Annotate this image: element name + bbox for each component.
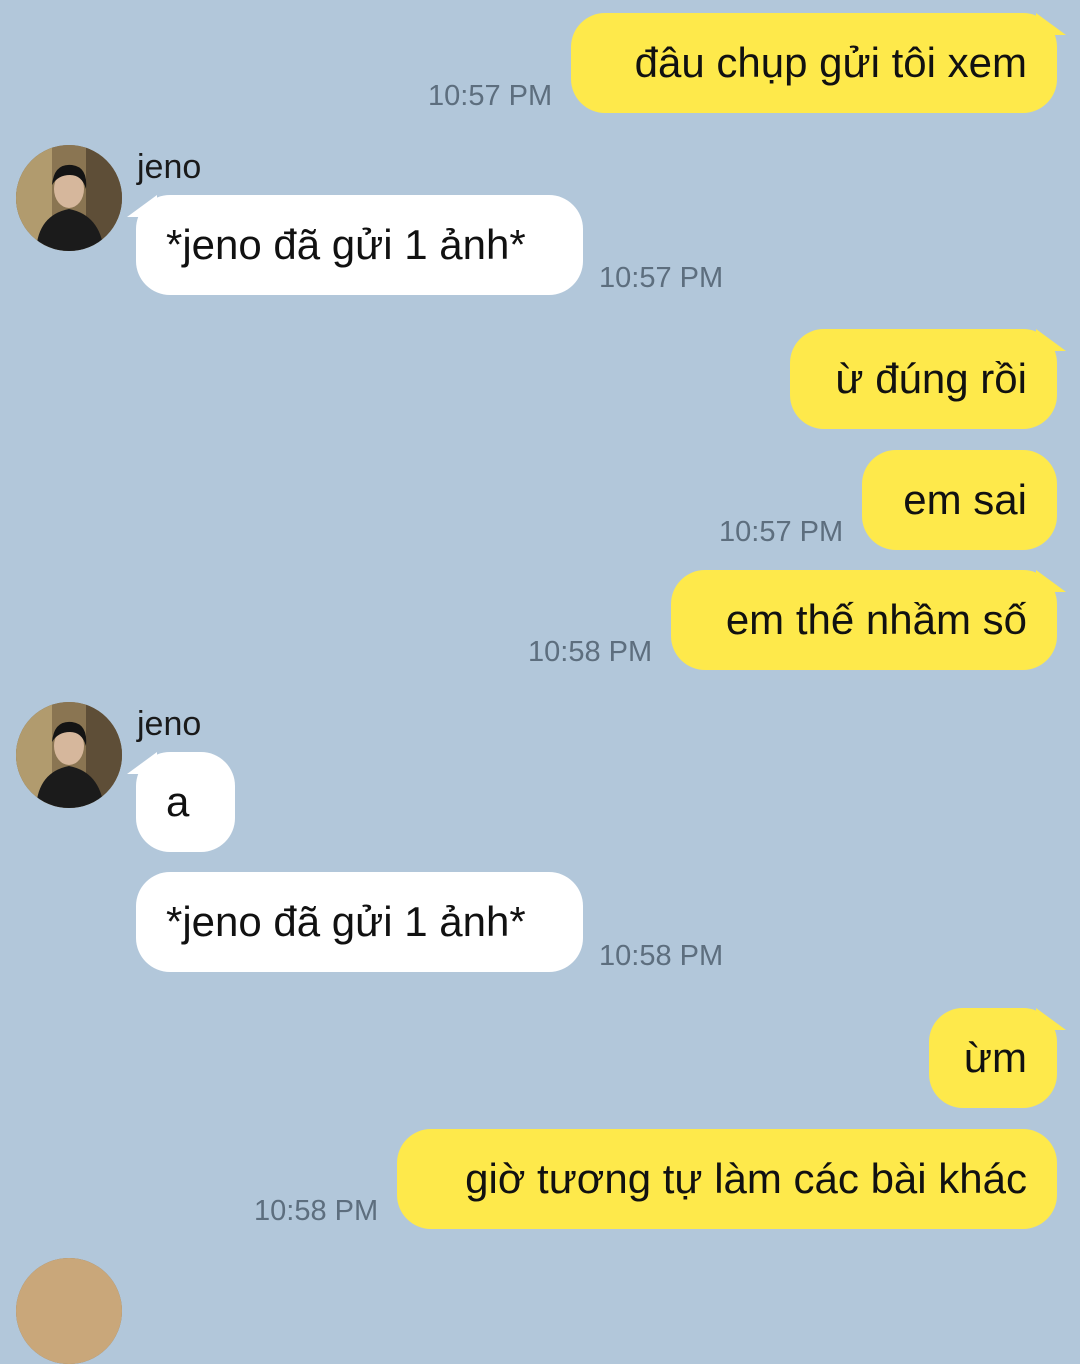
message-bubble-outgoing[interactable]: em thế nhầm số <box>671 570 1066 670</box>
message-bubble-outgoing[interactable]: ừ đúng rồi <box>790 329 1066 429</box>
bubble-tail <box>1036 329 1066 351</box>
bubble-tail <box>1036 13 1066 35</box>
bubble-tail <box>1036 1008 1066 1030</box>
bubble-tail <box>127 195 157 217</box>
avatar[interactable] <box>16 702 122 808</box>
message-bubble-incoming[interactable]: *jeno đã gửi 1 ảnh* <box>136 872 583 972</box>
message-text: *jeno đã gửi 1 ảnh* <box>166 898 526 945</box>
message-text: a <box>166 778 190 825</box>
message-text: em sai <box>903 476 1027 523</box>
avatar-photo-icon <box>16 1258 122 1364</box>
bubble-tail <box>1036 570 1066 592</box>
message-timestamp: 10:57 PM <box>428 80 553 112</box>
message-text: đâu chụp gửi tôi xem <box>634 39 1027 86</box>
message-bubble-outgoing[interactable]: em sai <box>862 450 1057 550</box>
avatar-photo-icon <box>16 702 122 808</box>
sender-name: jeno <box>137 705 202 743</box>
message-bubble-outgoing[interactable]: đâu chụp gửi tôi xem <box>571 13 1066 113</box>
avatar[interactable] <box>16 145 122 251</box>
message-text: *jeno đã gửi 1 ảnh* <box>166 221 526 268</box>
avatar[interactable] <box>16 1258 122 1364</box>
message-bubble-outgoing[interactable]: ừm <box>929 1008 1066 1108</box>
message-bubble-outgoing[interactable]: giờ tương tự làm các bài khác <box>397 1129 1057 1229</box>
chat-message-list[interactable]: đâu chụp gửi tôi xem 10:57 PM jeno *jeno… <box>0 0 1080 1364</box>
message-bubble-incoming[interactable]: *jeno đã gửi 1 ảnh* <box>127 195 583 295</box>
message-timestamp: 10:58 PM <box>528 636 653 668</box>
message-timestamp: 10:58 PM <box>599 940 724 972</box>
message-text: em thế nhầm số <box>725 596 1027 643</box>
message-text: ừ đúng rồi <box>835 355 1027 402</box>
message-timestamp: 10:57 PM <box>599 262 724 294</box>
message-text: ừm <box>963 1034 1027 1081</box>
message-timestamp: 10:57 PM <box>719 516 844 548</box>
sender-name: jeno <box>137 148 202 186</box>
message-bubble-incoming[interactable]: a <box>127 752 235 852</box>
avatar-photo-icon <box>16 145 122 251</box>
message-timestamp: 10:58 PM <box>254 1195 379 1227</box>
bubble-tail <box>127 752 157 774</box>
message-text: giờ tương tự làm các bài khác <box>465 1155 1027 1202</box>
